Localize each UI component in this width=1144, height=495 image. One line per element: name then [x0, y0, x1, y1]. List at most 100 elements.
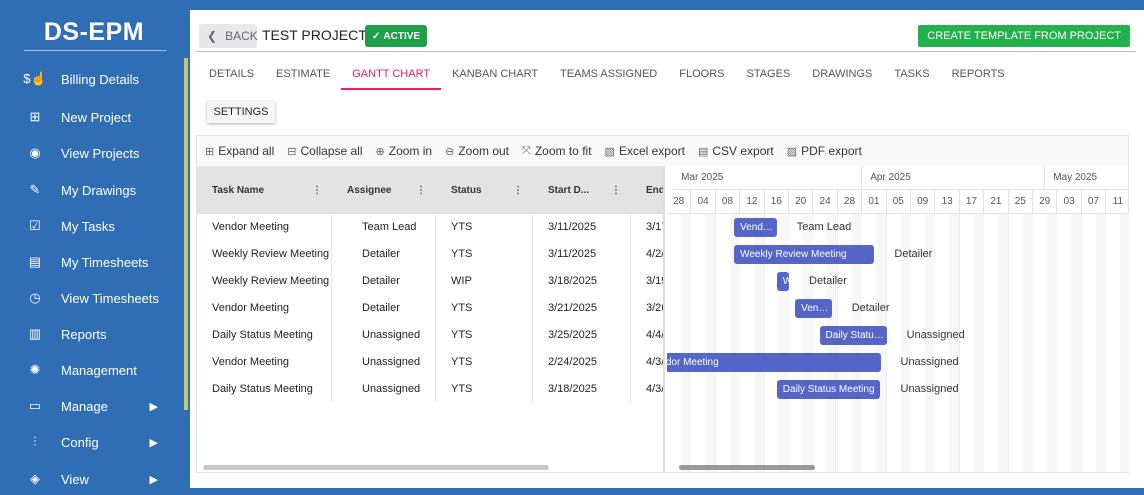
table-row[interactable]: Vendor MeetingTeam LeadYTS3/11/20253/17/…	[197, 214, 663, 241]
tab-tasks[interactable]: TASKS	[883, 68, 940, 90]
day-header: 20	[789, 190, 814, 214]
tab-gantt-chart[interactable]: GANTT CHART	[341, 68, 441, 90]
divider	[24, 50, 166, 51]
day-header: 13	[935, 190, 960, 214]
status-badge: ✓ ACTIVE	[365, 25, 428, 47]
tab-details[interactable]: DETAILS	[198, 68, 265, 90]
sidebar-item-label: Config	[61, 434, 99, 450]
cell-start: 3/18/2025	[533, 376, 631, 403]
sidebar-item-view-timesheets[interactable]: ◷ View Timesheets	[0, 283, 188, 313]
column-menu-icon[interactable]: ⋮	[513, 185, 523, 196]
cell-end: 3/17/2025	[631, 214, 663, 241]
day-header: 09	[911, 190, 936, 214]
tab-estimate[interactable]: ESTIMATE	[265, 68, 341, 90]
column-header[interactable]: Assignee ⋮	[332, 166, 436, 214]
table-row[interactable]: Daily Status Meeting Unassigned YTS 3/25/20…	[197, 322, 663, 349]
caret-right-icon: ▶	[149, 436, 158, 449]
task-bar[interactable]: Daily Status Meeting	[819, 326, 887, 345]
table-row[interactable]: Weekly Review Meeting Detailer YTS 3/11/202…	[197, 241, 663, 268]
cell-start: 2/24/2025	[533, 349, 631, 376]
column-menu-icon[interactable]: ⋮	[416, 185, 426, 196]
task-bar[interactable]: Weekly Review Meeting	[734, 245, 875, 264]
sidebar-item-label: My Timesheets	[61, 254, 149, 270]
task-grid: Task Name ⋮ Assignee ⋮ Status ⋮ Start D... ⋮ End…	[197, 166, 665, 472]
sidebar-item-management[interactable]: ✺ Management	[0, 355, 188, 385]
sidebar: DS-EPM $☝ Billing Details ⊞ New Project ◉ Vie…	[0, 0, 188, 495]
weekend-shade	[1022, 214, 1033, 472]
weekend-shade	[1071, 214, 1082, 472]
task-bar-assignee: Detailer	[809, 275, 847, 287]
tab-reports[interactable]: REPORTS	[941, 68, 1016, 90]
tab-drawings[interactable]: DRAWINGS	[801, 68, 883, 90]
cell-status: YTS	[436, 349, 533, 376]
create-template-button[interactable]: CREATE TEMPLATE FROM PROJECT	[918, 25, 1130, 47]
tab-floors[interactable]: FLOORS	[668, 68, 735, 90]
settings-button[interactable]: SETTINGS	[207, 101, 275, 123]
sidebar-item-billing-details[interactable]: $☝ Billing Details	[0, 64, 188, 94]
task-bar[interactable]: Weekly Review Meeting	[776, 272, 789, 291]
back-label: BACK	[225, 29, 258, 43]
sidebar-item-my-timesheets[interactable]: ▤ My Timesheets	[0, 247, 188, 277]
caret-right-icon: ▶	[149, 400, 158, 413]
day-header: 08	[715, 190, 741, 214]
pdf-export-button[interactable]: ▨ PDF export	[787, 144, 862, 158]
excel-export-button[interactable]: ▧ Excel export	[605, 144, 685, 158]
sidebar-item-reports[interactable]: ▥ Reports	[0, 319, 188, 349]
column-header[interactable]: Start D... ⋮	[533, 166, 631, 214]
cell-task: Weekly Review Meeting	[197, 268, 332, 295]
tab-kanban-chart[interactable]: KANBAN CHART	[441, 68, 549, 90]
grid-header: Task Name ⋮ Assignee ⋮ Status ⋮ Start D... ⋮ End	[197, 166, 663, 214]
sidebar-item-manage[interactable]: ▭ Manage ▶	[0, 391, 188, 421]
cell-end: 3/26/2025	[631, 295, 663, 322]
collapse-all-button[interactable]: ⊟ Collapse all	[287, 144, 362, 158]
toolbar-label: Collapse all	[300, 144, 363, 158]
sidebar-item-label: Management	[61, 362, 137, 378]
table-row[interactable]: Daily Status Meeting Unassigned YTS 3/18/20…	[197, 376, 663, 403]
table-row[interactable]: Vendor Meeting Unassigned YTS 2/24/2025 4/3/…	[197, 349, 663, 376]
clipboard-check-icon: ☑	[29, 218, 41, 233]
tab-teams-assigned[interactable]: TEAMS ASSIGNED	[549, 68, 668, 90]
column-header[interactable]: Task Name ⋮	[197, 166, 332, 214]
weekend-shade	[973, 214, 984, 472]
sidebar-item-view[interactable]: ◈ View ▶	[0, 464, 188, 494]
sidebar-item-new-project[interactable]: ⊞ New Project	[0, 102, 188, 132]
tab-stages[interactable]: STAGES	[735, 68, 801, 90]
table-row[interactable]: Weekly Review Meeting Detailer WIP 3/18/202…	[197, 268, 663, 295]
task-bar-assignee: Unassigned	[900, 356, 959, 368]
expand-all-button[interactable]: ⊞ Expand all	[205, 144, 274, 158]
cell-status: YTS	[436, 376, 533, 403]
main-panel: ❮ BACK TEST PROJECT 1 ✓ ACTIVE CREATE TEMP…	[190, 10, 1144, 488]
sidebar-item-view-projects[interactable]: ◉ View Projects	[0, 138, 188, 168]
column-menu-icon[interactable]: ⋮	[312, 185, 322, 196]
chart-horizontal-scrollbar[interactable]	[679, 465, 815, 470]
task-bar[interactable]: Vendor Meeting	[795, 299, 832, 318]
grid-horizontal-scrollbar[interactable]	[203, 465, 549, 470]
column-header[interactable]: End	[631, 166, 663, 214]
task-bar[interactable]: Vendor Meeting	[667, 353, 881, 372]
gantt-toolbar: ⊞ Expand all ⊟ Collapse all ⊕ Zoom in ⊖ Zoom ou…	[197, 136, 1128, 166]
column-menu-icon[interactable]: ⋮	[611, 185, 621, 196]
zoom-out-button[interactable]: ⊖ Zoom out	[445, 144, 509, 158]
excel-export-icon: ▧	[604, 145, 615, 158]
sidebar-item-label: View Projects	[61, 145, 140, 161]
cell-task: Daily Status Meeting	[197, 322, 332, 349]
tab-bar: DETAILS ESTIMATE GANTT CHART KANBAN CHART TE…	[198, 68, 1016, 90]
task-bar[interactable]: Daily Status Meeting	[776, 380, 881, 399]
zoom-in-button[interactable]: ⊕ Zoom in	[376, 144, 433, 158]
cell-assignee: Team Lead	[332, 214, 436, 241]
day-header: 04	[691, 190, 716, 214]
column-header[interactable]: Status ⋮	[436, 166, 533, 214]
csv-export-button[interactable]: ▤ CSV export	[698, 144, 774, 158]
sidebar-item-my-drawings[interactable]: ✎ My Drawings	[0, 175, 188, 205]
day-header: 12	[740, 190, 765, 214]
sidebar-item-config[interactable]: ⫶ Config ▶	[0, 427, 188, 457]
day-header: 24	[813, 190, 838, 214]
back-button[interactable]: ❮ BACK	[199, 24, 258, 48]
cell-start: 3/21/2025	[533, 295, 631, 322]
calendar-clock-icon: ◷	[29, 290, 41, 305]
zoom-to-fit-button[interactable]: ⤧ Zoom to fit	[522, 144, 592, 158]
table-row[interactable]: Vendor MeetingDetailerYTS3/21/20253/26/2…	[197, 295, 663, 322]
day-header: 29	[1033, 190, 1058, 214]
task-bar[interactable]: Vendor Meeting	[734, 218, 777, 237]
sidebar-item-my-tasks[interactable]: ☑ My Tasks	[0, 211, 188, 241]
